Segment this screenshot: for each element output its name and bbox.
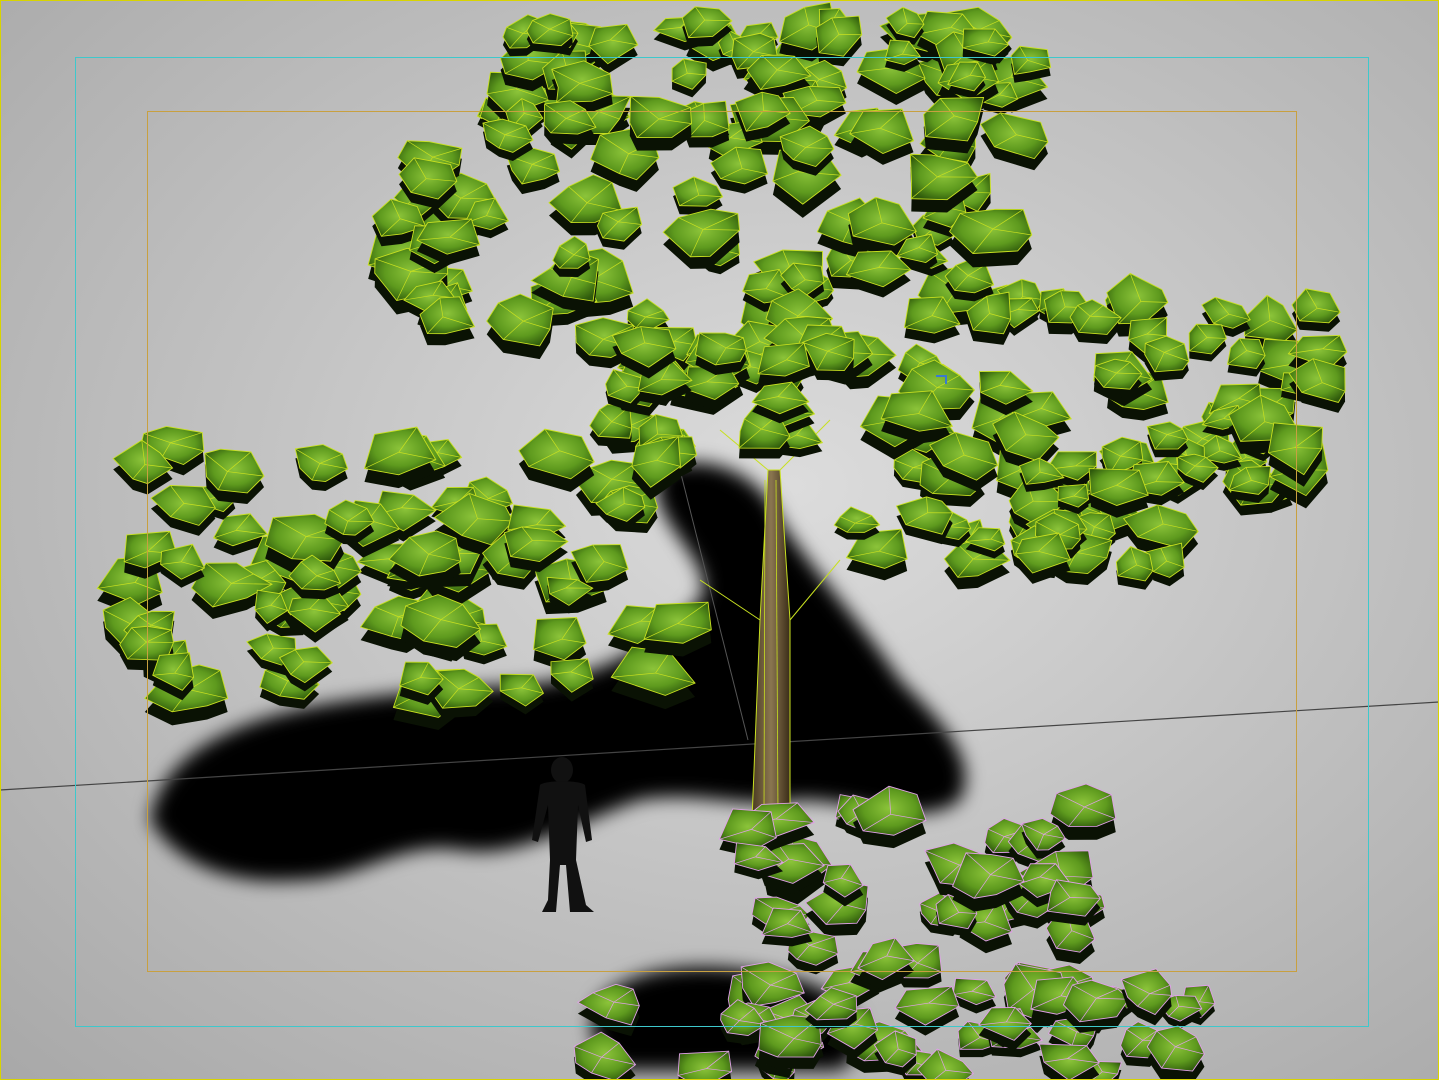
tree-leaf	[833, 506, 881, 533]
tree-leaf	[552, 235, 591, 269]
tree-leaf	[1144, 335, 1190, 373]
tree-leaf	[1146, 421, 1189, 450]
tree-leaf	[1227, 338, 1266, 369]
tree-leaf	[1244, 294, 1298, 342]
scene-canvas[interactable]	[0, 0, 1439, 1080]
shrub-leaf	[1049, 783, 1117, 827]
perspective-viewport[interactable]	[0, 0, 1439, 1080]
